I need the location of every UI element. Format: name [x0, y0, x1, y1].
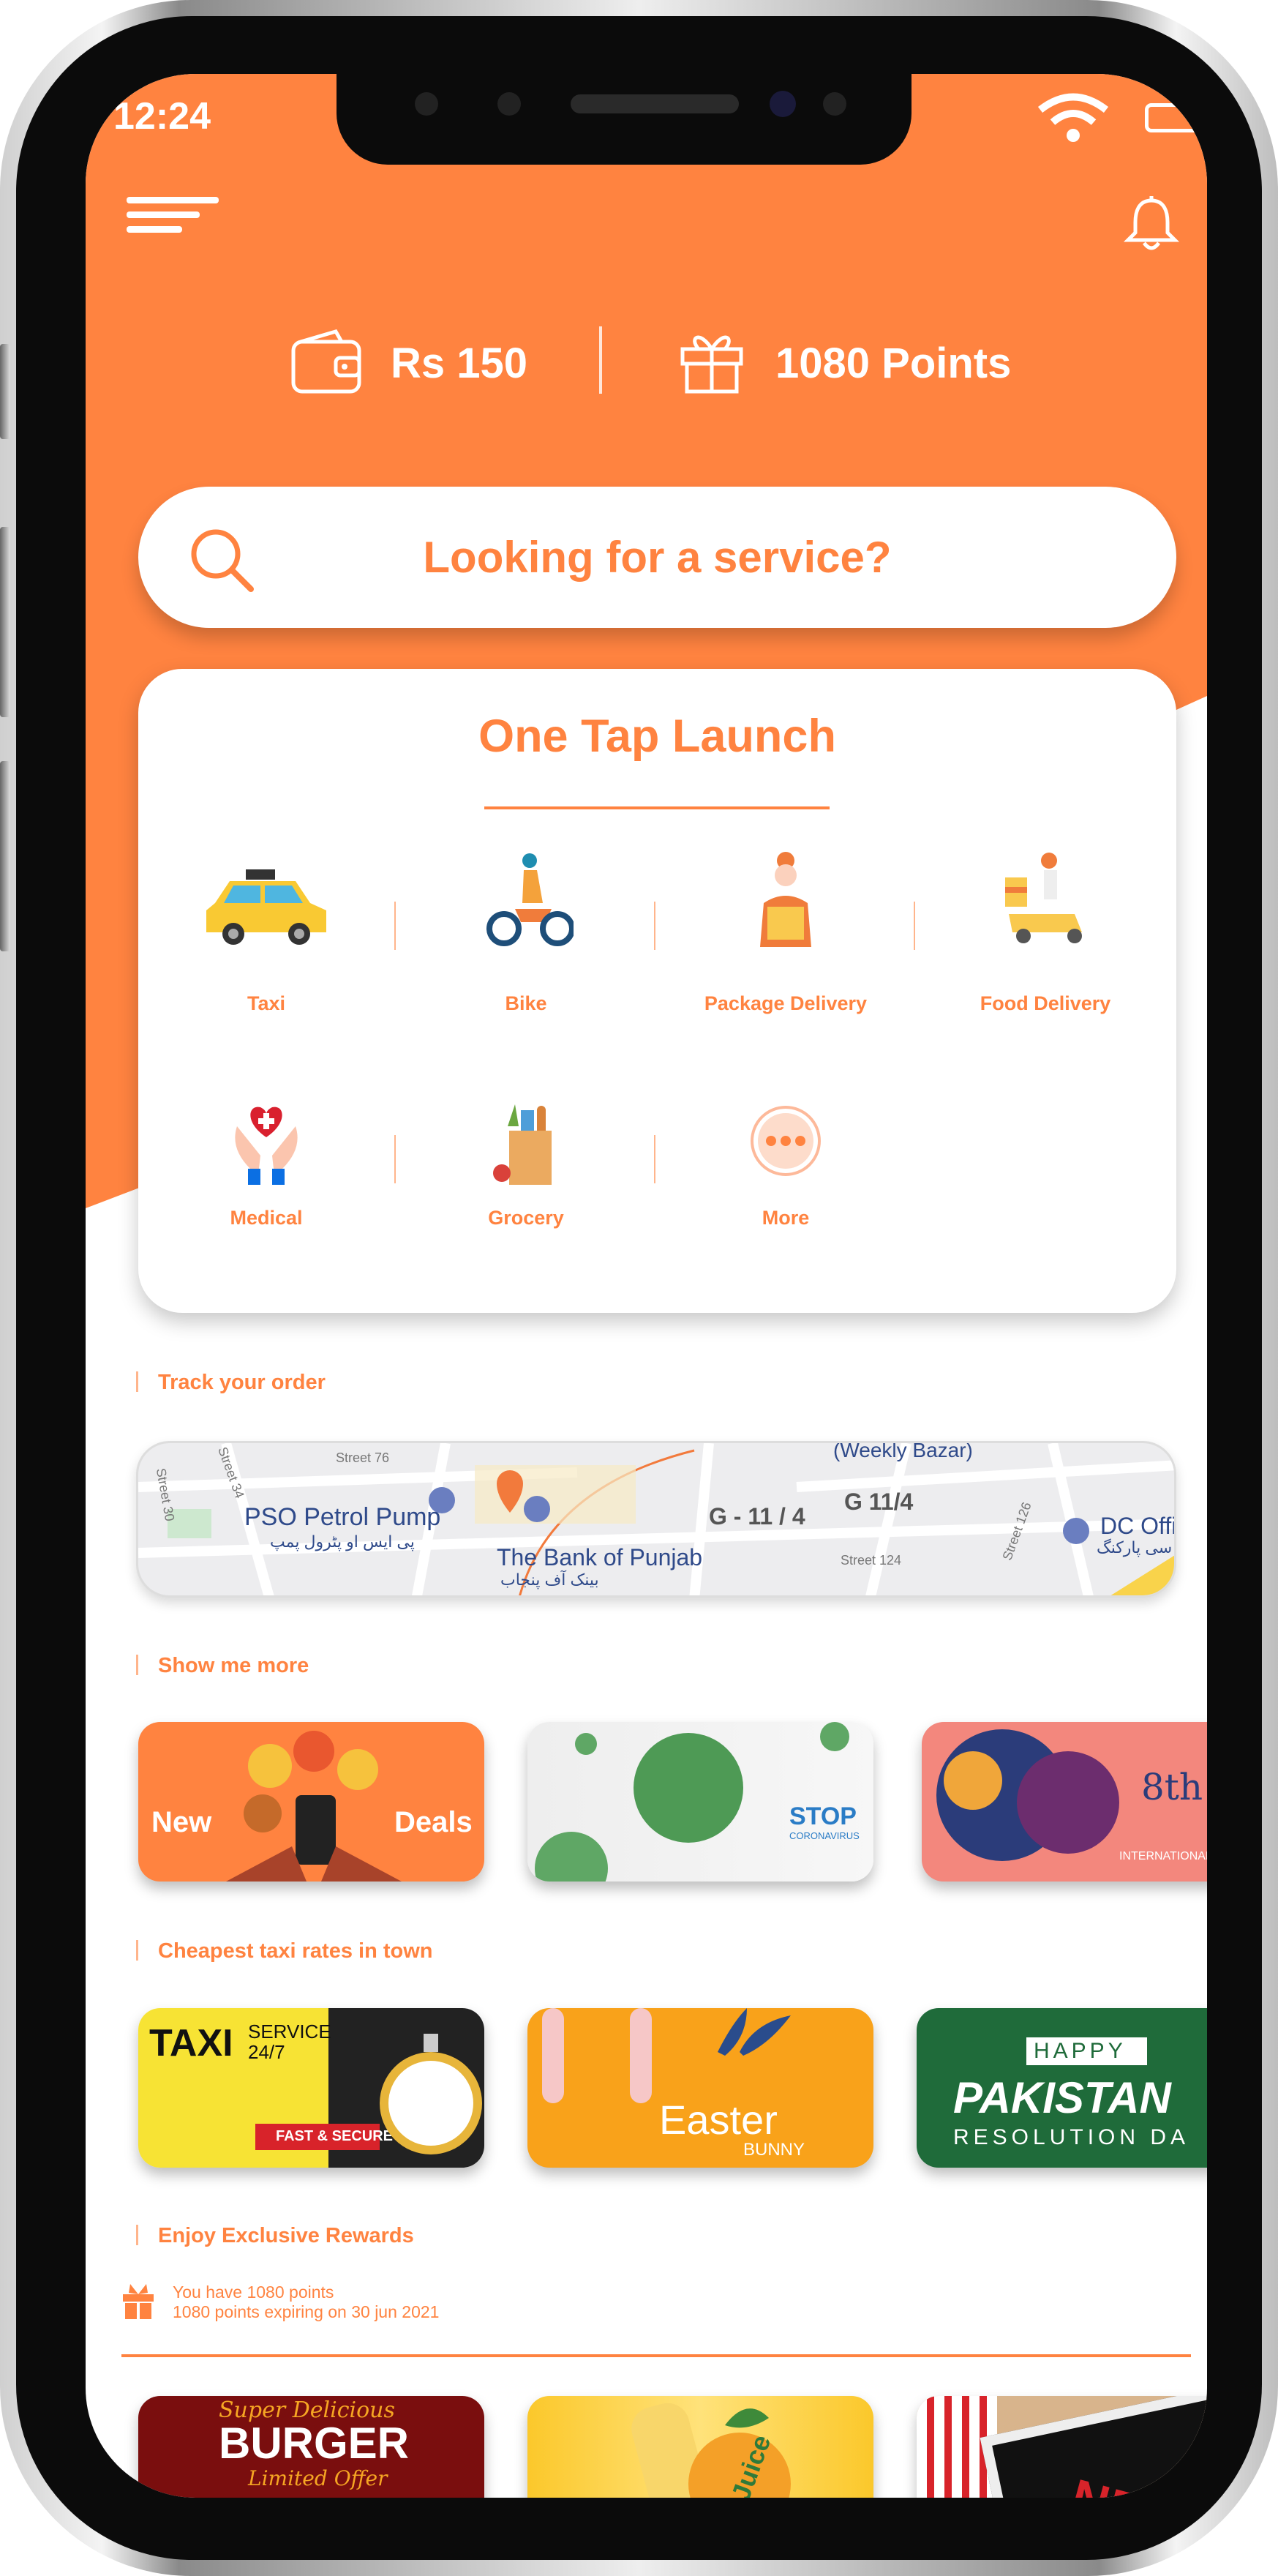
gift-icon — [680, 335, 743, 394]
section-title-taxi-rates: Cheapest taxi rates in town — [158, 1939, 433, 1963]
mute-switch — [0, 344, 10, 439]
map-label: The Bank of Punjab — [497, 1544, 703, 1570]
juice-image — [631, 2403, 791, 2498]
map-label: DC Offi — [1100, 1513, 1176, 1539]
promo-banner-taxi-service[interactable]: TAXI SERVICE 24/7 FAST & SECURE — [138, 2008, 484, 2168]
title-underline — [484, 806, 830, 809]
points-balance[interactable]: 1080 Points — [775, 339, 1011, 388]
map-label: G 11/4 — [844, 1489, 914, 1515]
stopwatch-image — [380, 2034, 482, 2154]
food-delivery-icon — [1005, 853, 1082, 943]
service-label: Grocery — [488, 1207, 564, 1229]
easter-image — [542, 2008, 791, 2103]
service-label: Package Delivery — [704, 992, 868, 1014]
banner-text: CORONAVIRUS — [789, 1830, 860, 1841]
rewards-divider — [121, 2354, 1191, 2357]
reward-banner-netflix[interactable]: NETF — [917, 2396, 1207, 2498]
battery-icon — [1145, 103, 1203, 132]
map-label: بینک آف پنجاب — [500, 1570, 599, 1589]
banner-text: 8th March — [1141, 1766, 1207, 1808]
banner-text: PAKISTAN — [953, 2073, 1171, 2122]
promo-banner-pakistan-day[interactable]: HAPPY PAKISTAN RESOLUTION DA — [917, 2008, 1207, 2168]
banner-text: BURGER — [219, 2419, 410, 2468]
rewards-points-text: You have 1080 points — [173, 2283, 334, 2302]
service-grocery[interactable]: Grocery — [402, 1104, 650, 1295]
banner-text: New — [151, 1806, 212, 1838]
notch — [337, 74, 911, 165]
volume-down-button — [0, 761, 10, 951]
map-label: پی ایس او پٹرول پمپ — [270, 1532, 415, 1551]
wifi-icon — [1037, 93, 1109, 142]
search-bar[interactable]: Looking for a service? — [138, 487, 1176, 628]
map-label: PSO Petrol Pump — [244, 1503, 441, 1531]
order-tracking-map[interactable]: PSO Petrol Pump پی ایس او پٹرول پمپ The … — [136, 1441, 1176, 1598]
wallet-balance[interactable]: Rs 150 — [391, 339, 527, 388]
banner-text: Easter — [659, 2097, 778, 2143]
status-time: 12:24 — [113, 95, 211, 138]
service-label: Taxi — [247, 992, 286, 1014]
one-tap-launch-card: One Tap Launch Taxi Bike Package Deliver… — [138, 669, 1176, 1313]
app-screen: 12:24 Rs 150 1080 Points Looking for a s… — [86, 74, 1207, 2498]
header-divider — [599, 326, 602, 394]
promo-banner-easter[interactable]: Easter BUNNY — [527, 2008, 873, 2168]
map-label: (Weekly Bazar) — [833, 1441, 973, 1461]
service-label: Food Delivery — [980, 992, 1111, 1014]
taxi-icon — [206, 869, 326, 945]
service-food-delivery[interactable]: Food Delivery — [921, 853, 1170, 1057]
map-label: G - 11 / 4 — [709, 1503, 805, 1530]
section-title-rewards: Enjoy Exclusive Rewards — [158, 2224, 414, 2247]
bike-icon — [486, 853, 574, 946]
map-label: Street 76 — [336, 1450, 390, 1465]
package-delivery-icon — [760, 852, 811, 947]
food-phone-image — [226, 1731, 402, 1882]
reward-banner-burger[interactable]: Super Delicious BURGER Limited Offer — [138, 2396, 484, 2498]
banner-text: BUNNY — [743, 2140, 805, 2160]
map-label: ڈی سی پارکنگ — [1097, 1538, 1174, 1557]
promo-banner-new-deals[interactable]: New Deals — [138, 1722, 484, 1882]
banner-text: INTERNATIONAL W — [1119, 1850, 1207, 1862]
banner-text: RESOLUTION DA — [953, 2125, 1190, 2149]
banner-text: HAPPY — [1034, 2039, 1127, 2063]
banner-text: Limited Offer — [248, 2466, 388, 2490]
section-title-show-more: Show me more — [158, 1654, 309, 1677]
service-label: More — [762, 1207, 810, 1229]
gift-icon — [123, 2284, 154, 2319]
women-illustration — [936, 1729, 1119, 1861]
service-label: Medical — [230, 1207, 303, 1229]
reward-banner-juice[interactable]: Natural Juice — [527, 2396, 873, 2498]
banner-text: SERVICE 24/7 — [248, 2021, 331, 2063]
service-medical[interactable]: Medical — [142, 1104, 391, 1295]
map-label: Street 124 — [841, 1553, 902, 1568]
search-placeholder[interactable]: Looking for a service? — [138, 532, 1176, 583]
promo-banner-womens-day[interactable]: 8th March INTERNATIONAL W — [922, 1722, 1207, 1882]
service-more[interactable]: More — [661, 1104, 910, 1295]
volume-up-button — [0, 527, 10, 717]
one-tap-title: One Tap Launch — [478, 711, 836, 762]
grocery-icon — [493, 1104, 552, 1185]
hamburger-menu-icon[interactable] — [127, 197, 222, 233]
service-bike[interactable]: Bike — [402, 853, 650, 1057]
medical-icon — [235, 1107, 298, 1185]
service-label: Bike — [505, 992, 547, 1014]
banner-text: STOP — [789, 1802, 857, 1830]
rewards-expiry-text: 1080 points expiring on 30 jun 2021 — [173, 2302, 440, 2321]
wallet-icon — [291, 329, 361, 394]
more-icon — [751, 1106, 821, 1176]
section-title-track: Track your order — [158, 1371, 326, 1394]
promo-banner-coronavirus[interactable]: STOP CORONAVIRUS — [527, 1722, 873, 1882]
virus-image — [535, 1722, 849, 1882]
banner-text: TAXI — [149, 2022, 233, 2064]
bell-icon[interactable] — [1122, 195, 1181, 253]
service-package-delivery[interactable]: Package Delivery — [661, 852, 910, 1057]
banner-text: Deals — [394, 1806, 473, 1838]
service-taxi[interactable]: Taxi — [142, 866, 391, 1057]
